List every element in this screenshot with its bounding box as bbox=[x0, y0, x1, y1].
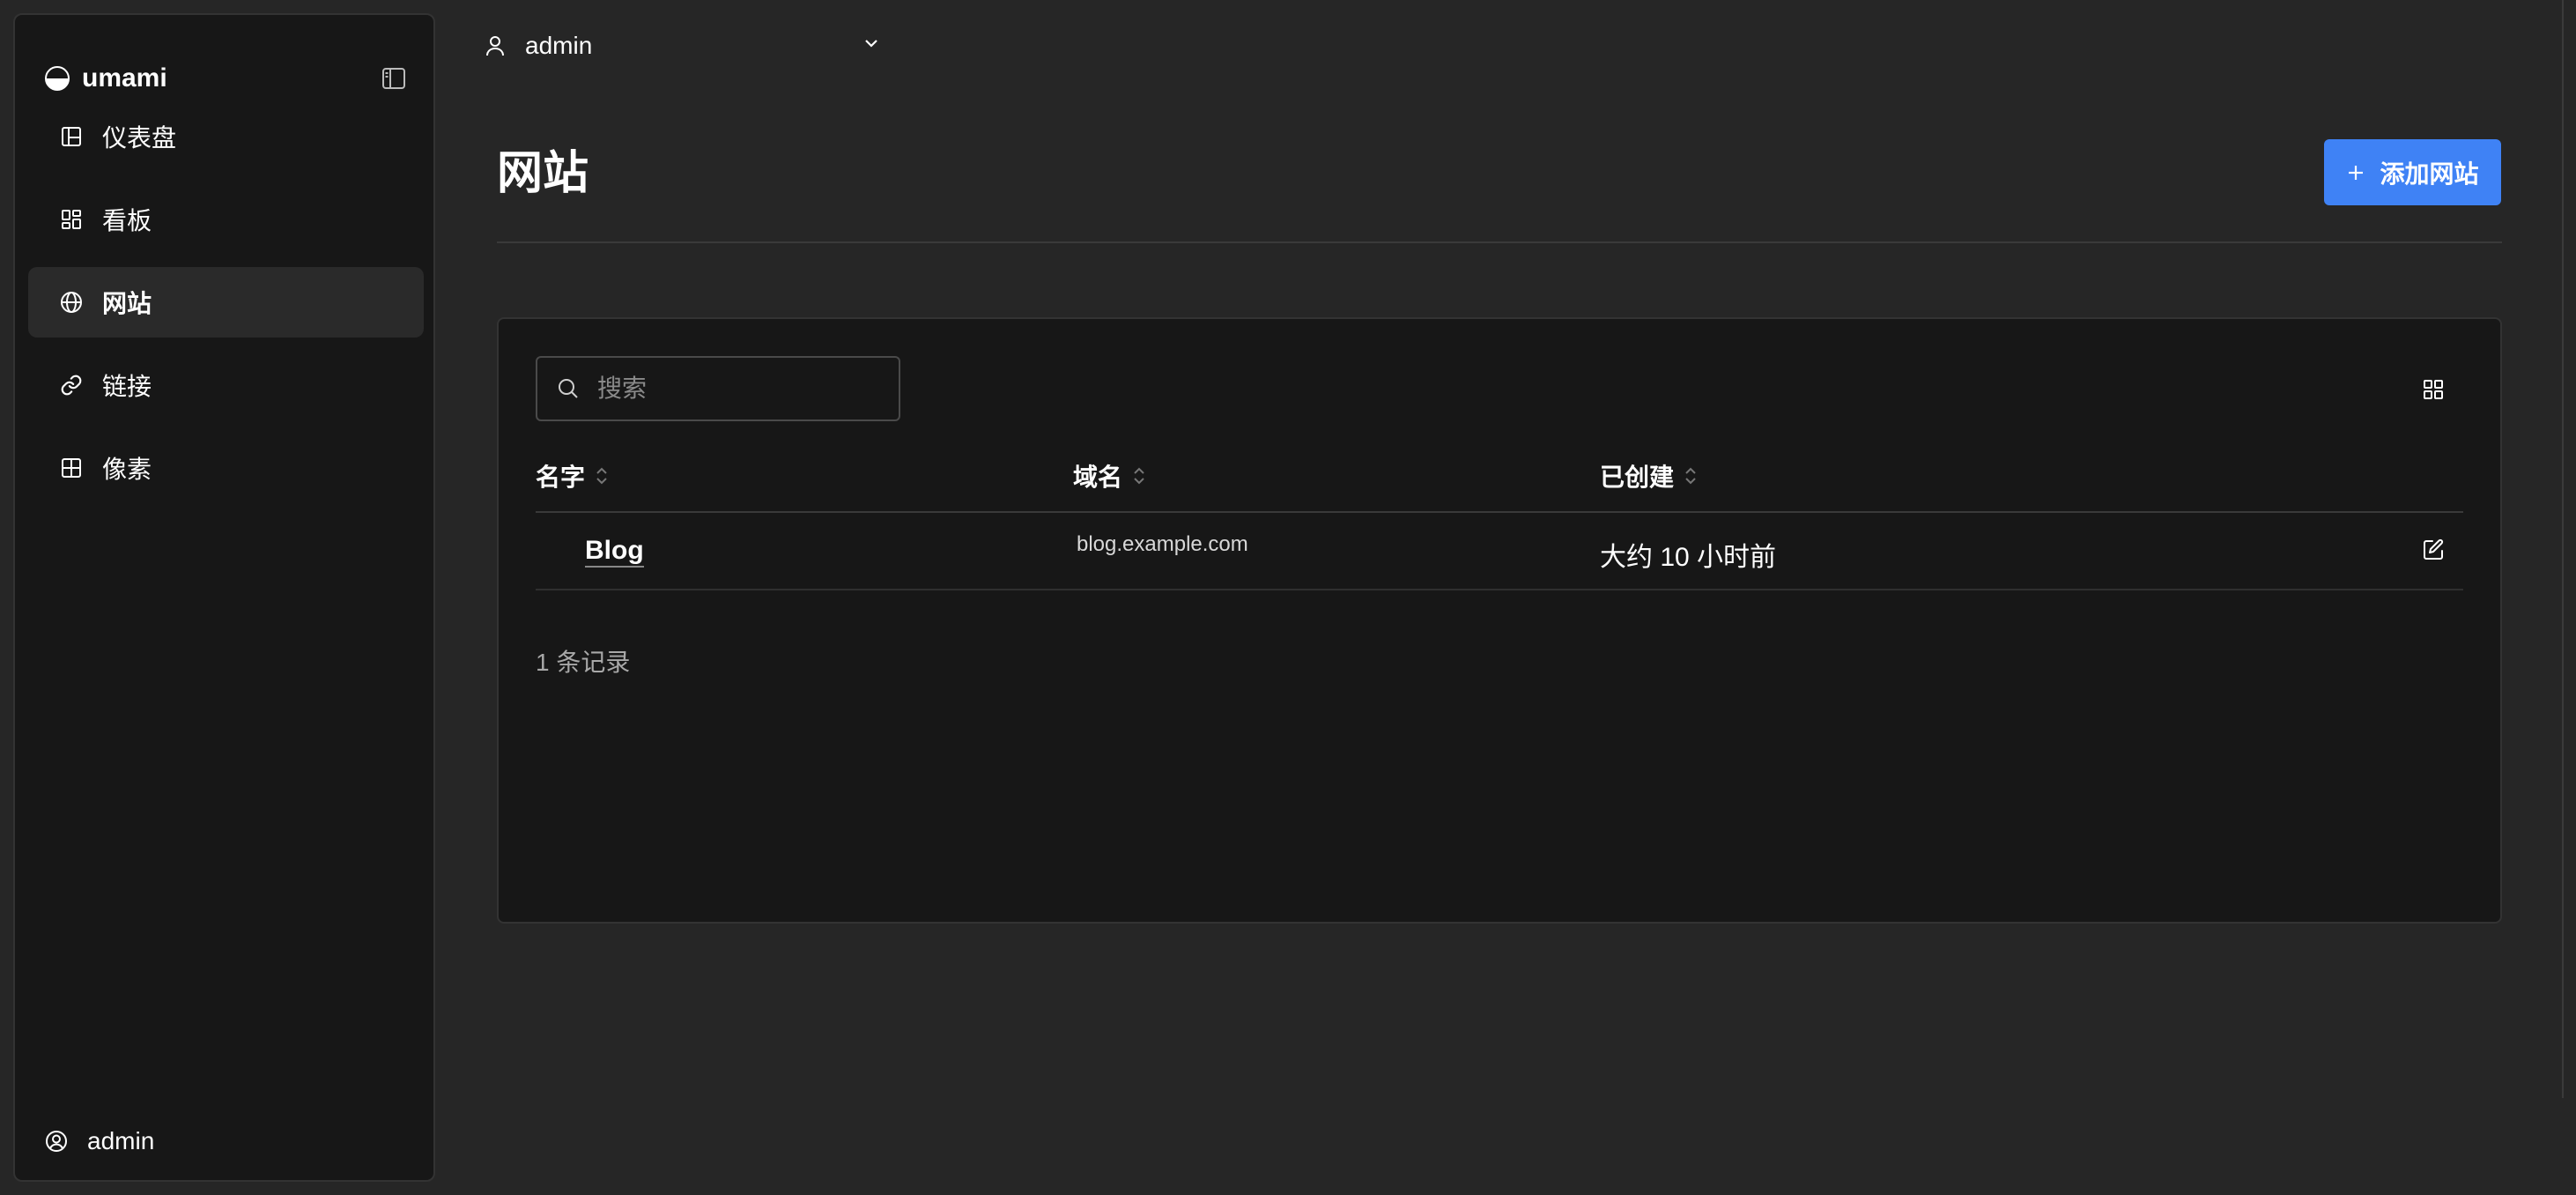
record-count: 1 条记录 bbox=[536, 649, 631, 676]
link-icon bbox=[58, 372, 85, 398]
page-scrollbar[interactable] bbox=[2562, 0, 2564, 1098]
table-row-divider bbox=[536, 589, 2463, 590]
topbar-user-name: admin bbox=[525, 32, 593, 59]
plus-icon bbox=[2349, 165, 2364, 180]
grid-view-icon bbox=[2424, 380, 2443, 399]
umami-logo-icon bbox=[45, 66, 70, 91]
column-header-name[interactable]: 名字 bbox=[536, 458, 610, 494]
boards-icon bbox=[58, 206, 85, 233]
add-website-button[interactable]: 添加网站 bbox=[2324, 139, 2501, 205]
sidebar-item-label: 网站 bbox=[102, 290, 152, 317]
column-header-label: 域名 bbox=[1073, 464, 1123, 491]
sidebar-user-menu[interactable]: admin bbox=[45, 1127, 154, 1155]
website-created-time: 大约 10 小时前 bbox=[1600, 543, 1777, 572]
globe-icon bbox=[58, 289, 85, 315]
brand-name: umami bbox=[82, 63, 167, 93]
sidebar-user-name: admin bbox=[87, 1127, 155, 1154]
edit-website-button[interactable] bbox=[2417, 534, 2449, 566]
website-domain: blog.example.com bbox=[1077, 532, 1248, 556]
column-header-domain[interactable]: 域名 bbox=[1073, 458, 1147, 494]
edit-icon bbox=[2424, 538, 2444, 560]
sidebar-toggle-icon bbox=[382, 68, 405, 89]
column-header-label: 名字 bbox=[536, 464, 586, 491]
header-divider bbox=[497, 241, 2502, 243]
sidebar-item-label: 仪表盘 bbox=[102, 124, 177, 152]
page-title: 网站 bbox=[497, 148, 589, 199]
user-circle-icon bbox=[46, 1131, 67, 1152]
chevron-down-icon bbox=[865, 40, 877, 48]
add-website-label: 添加网站 bbox=[2380, 160, 2479, 188]
user-icon bbox=[486, 36, 504, 56]
dashboard-icon bbox=[58, 123, 85, 150]
grid-view-toggle[interactable] bbox=[2419, 375, 2447, 404]
sidebar: umami 仪表盘 看板 网站 链接 像素 admin bbox=[13, 13, 435, 1182]
sidebar-item-label: 看板 bbox=[102, 207, 152, 234]
team-user-selector[interactable]: admin bbox=[485, 26, 881, 65]
column-header-label: 已创建 bbox=[1600, 464, 1675, 491]
sidebar-item-label: 像素 bbox=[102, 456, 152, 483]
table-header-divider bbox=[536, 511, 2463, 513]
websites-panel: 名字 域名 已创建 Blog blog.example.com 大约 10 小时… bbox=[497, 317, 2502, 924]
website-name-link[interactable]: Blog bbox=[585, 536, 644, 568]
sidebar-item-boards[interactable]: 看板 bbox=[28, 184, 424, 255]
search-icon bbox=[559, 379, 578, 398]
sidebar-item-links[interactable]: 链接 bbox=[28, 350, 424, 420]
column-header-created[interactable]: 已创建 bbox=[1600, 458, 1699, 494]
search-input[interactable] bbox=[596, 374, 886, 404]
sidebar-item-pixels[interactable]: 像素 bbox=[28, 433, 424, 503]
sidebar-item-label: 链接 bbox=[102, 373, 152, 400]
sort-icon bbox=[1685, 467, 1696, 485]
search-box[interactable] bbox=[536, 356, 900, 421]
sidebar-item-dashboard[interactable]: 仪表盘 bbox=[28, 101, 424, 172]
sort-icon bbox=[596, 467, 607, 485]
sidebar-collapse-button[interactable] bbox=[380, 64, 408, 93]
sidebar-item-websites[interactable]: 网站 bbox=[28, 267, 424, 338]
sort-icon bbox=[1134, 467, 1144, 485]
brand[interactable]: umami bbox=[45, 59, 167, 98]
pixel-grid-icon bbox=[58, 455, 85, 481]
